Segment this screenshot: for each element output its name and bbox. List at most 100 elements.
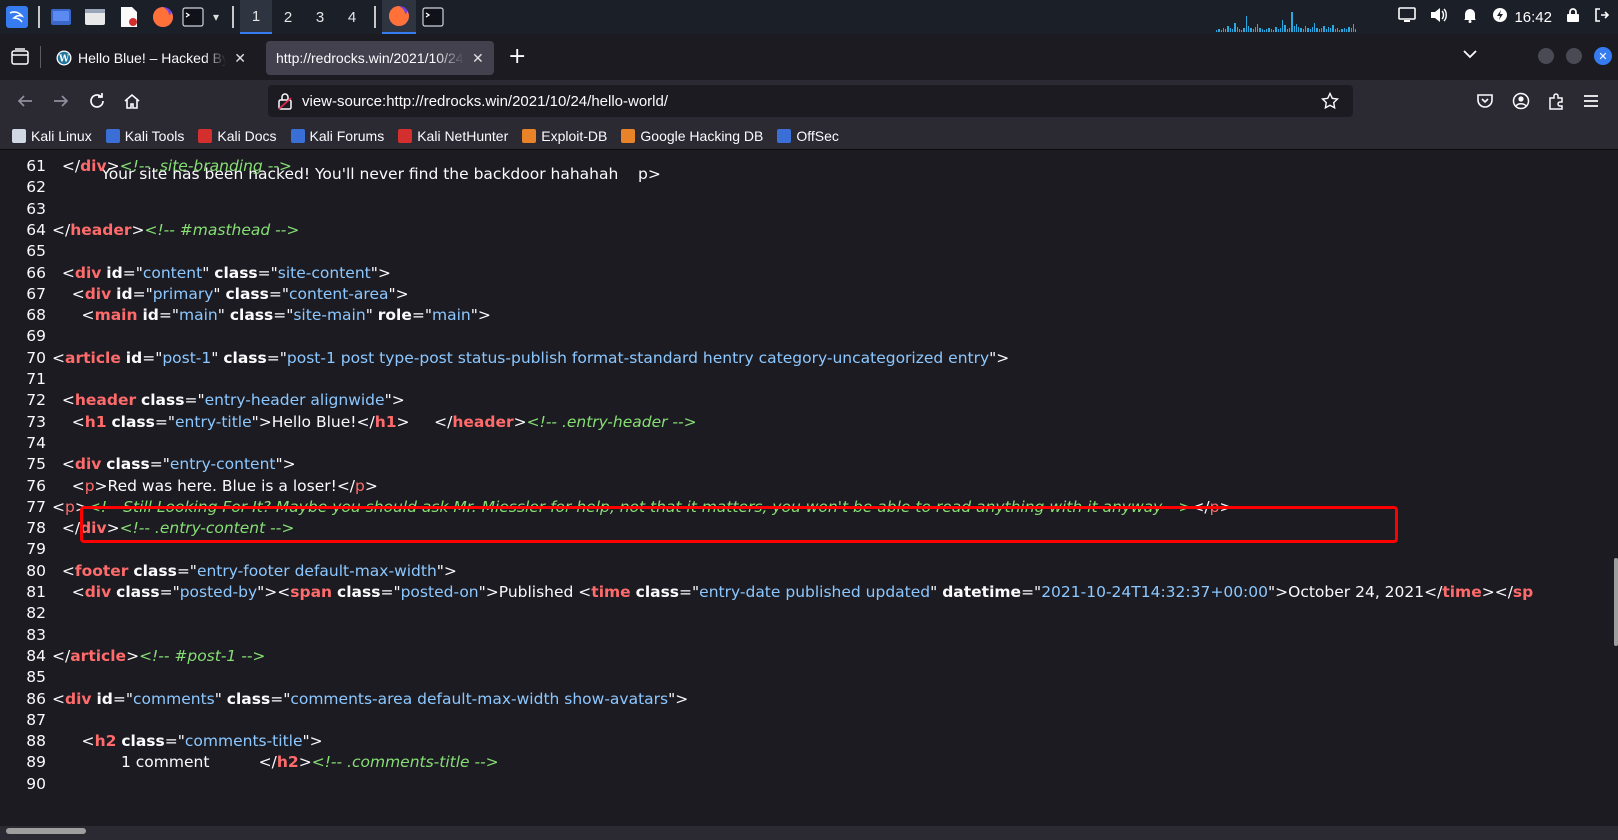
line-number: 72 <box>26 391 46 410</box>
line-code: <div class="posted-by"><span class="post… <box>52 581 1534 603</box>
bookmark-label: Kali NetHunter <box>417 127 509 144</box>
line-number: 74 <box>26 433 46 452</box>
code-token: "> <box>470 306 491 325</box>
code-token: p <box>65 497 75 516</box>
code-token: comments <box>133 689 215 708</box>
bookmark-item[interactable]: Kali Docs <box>198 128 277 144</box>
firefox-icon[interactable] <box>146 0 180 34</box>
bookmark-item[interactable]: Kali Tools <box>105 128 184 144</box>
horizontal-scrollbar-track <box>0 826 1618 840</box>
menu-icon[interactable] <box>1580 90 1602 112</box>
bookmark-item[interactable]: Exploit-DB <box>522 128 607 144</box>
kali-menu-icon[interactable] <box>0 0 34 34</box>
close-icon[interactable]: ✕ <box>234 50 246 67</box>
line-number: 77 <box>26 497 46 516</box>
code-token: <!-- #post-1 --> <box>139 646 266 665</box>
source-line: 68 <main id="main" class="site-main" rol… <box>0 304 1610 326</box>
code-token: div <box>84 583 112 601</box>
display-icon[interactable] <box>1398 7 1417 27</box>
file-manager-icon[interactable] <box>78 0 112 34</box>
code-token: class <box>635 583 680 601</box>
extensions-icon[interactable] <box>1545 90 1567 112</box>
firefox-view-icon[interactable] <box>10 47 30 71</box>
code-token: id <box>142 306 159 325</box>
bookmark-favicon-icon <box>522 128 537 143</box>
code-token: <!-- .entry-header --> <box>526 412 697 431</box>
code-token: =" <box>1021 583 1042 601</box>
bookmark-item[interactable]: Google Hacking DB <box>621 128 763 144</box>
list-all-tabs-icon[interactable] <box>1462 48 1478 64</box>
workspace-1[interactable]: 1 <box>240 0 272 34</box>
code-token: class <box>133 561 177 580</box>
code-token: > <box>106 157 120 175</box>
bookmark-star-icon[interactable] <box>1320 91 1340 114</box>
forward-button[interactable] <box>50 90 72 112</box>
desktop-icon[interactable] <box>44 0 78 34</box>
lock-icon[interactable] <box>1566 7 1580 27</box>
bookmark-item[interactable]: Kali Linux <box>12 128 92 144</box>
account-icon[interactable] <box>1510 90 1532 112</box>
line-number: 84 <box>26 646 46 665</box>
chevron-down-icon[interactable]: ▾ <box>206 0 226 34</box>
line-number: 80 <box>26 561 46 580</box>
tab-view-source[interactable]: http://redrocks.win/2021/10/24/hello-wor… <box>266 41 494 75</box>
clock[interactable]: 16:42 <box>1514 9 1552 26</box>
workspace-3[interactable]: 3 <box>304 0 336 34</box>
close-window-button[interactable]: ✕ <box>1594 47 1612 65</box>
line-number: 71 <box>26 370 46 388</box>
code-token: < <box>52 583 85 601</box>
code-token: < <box>52 689 65 708</box>
code-token: </ <box>52 646 71 665</box>
text-editor-icon[interactable] <box>112 0 146 34</box>
minimize-button[interactable] <box>1538 48 1554 64</box>
maximize-button[interactable] <box>1566 48 1582 64</box>
close-icon[interactable]: ✕ <box>472 50 484 67</box>
volume-icon[interactable] <box>1430 7 1448 27</box>
vertical-scrollbar[interactable] <box>1614 558 1618 646</box>
home-button[interactable] <box>121 90 143 112</box>
code-token: entry-header alignwide <box>204 391 385 410</box>
workspace-4[interactable]: 4 <box>336 0 368 34</box>
horizontal-scrollbar[interactable] <box>6 828 86 834</box>
code-token: id <box>116 284 133 303</box>
line-number: 75 <box>26 455 46 474</box>
line-number: 87 <box>26 710 46 729</box>
code-token: time <box>1442 583 1482 601</box>
bookmark-label: Kali Linux <box>31 127 92 144</box>
code-token: </ <box>52 157 81 175</box>
terminal-icon[interactable] <box>180 0 206 34</box>
tab-hello-blue[interactable]: W Hello Blue! – Hacked By R ✕ <box>46 41 256 75</box>
bookmark-favicon-icon <box>105 128 120 143</box>
code-token: primary <box>152 284 214 303</box>
code-token: =" <box>122 263 143 282</box>
back-button[interactable] <box>14 90 36 112</box>
reload-button[interactable] <box>86 90 108 112</box>
code-token: entry-content <box>169 455 276 474</box>
code-token: sp <box>1512 583 1534 601</box>
code-token: </ <box>52 519 81 538</box>
workspace-2[interactable]: 2 <box>272 0 304 34</box>
bookmark-favicon-icon <box>398 128 413 143</box>
logout-icon[interactable] <box>1594 7 1610 27</box>
line-code: <main id="main" class="site-main" role="… <box>52 304 491 326</box>
taskbar-firefox-icon[interactable] <box>382 0 416 34</box>
power-icon[interactable] <box>1492 7 1508 27</box>
source-line: 90 <box>0 773 1610 795</box>
taskbar-terminal-icon[interactable] <box>416 0 450 34</box>
code-token: =" <box>164 732 185 751</box>
code-token: < <box>52 284 85 303</box>
bookmark-item[interactable]: Kali NetHunter <box>398 128 508 144</box>
url-text[interactable]: view-source:http://redrocks.win/2021/10/… <box>302 93 668 110</box>
bookmark-item[interactable]: OffSec <box>777 128 839 144</box>
address-bar[interactable]: view-source:http://redrocks.win/2021/10/… <box>268 85 1353 117</box>
line-code: <article id="post-1" class="post-1 post … <box>52 347 1009 369</box>
source-line: 70 <article id="post-1" class="post-1 pos… <box>0 347 1610 369</box>
page-info-icon[interactable] <box>278 92 292 114</box>
code-token: > <box>298 753 312 772</box>
new-tab-button[interactable]: + <box>508 46 526 68</box>
pocket-icon[interactable] <box>1474 90 1496 112</box>
code-token: > <box>513 412 527 431</box>
bell-icon[interactable] <box>1462 7 1478 27</box>
code-token: > </ <box>396 412 453 431</box>
bookmark-item[interactable]: Kali Forums <box>290 128 384 144</box>
